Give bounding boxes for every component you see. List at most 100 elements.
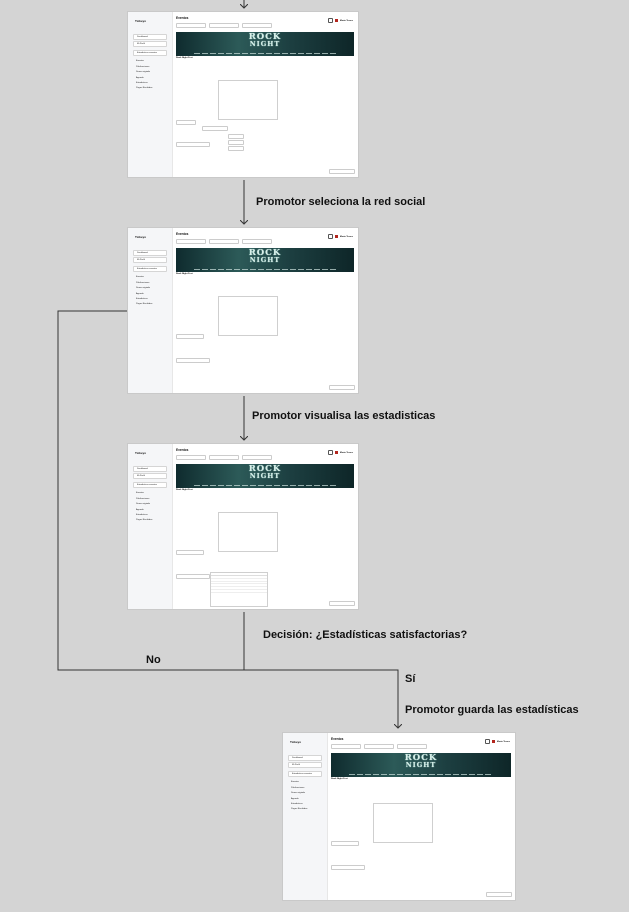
sidebar-item-dashboard[interactable]: Dashboard [133,250,167,256]
tree-node-leaf-3[interactable] [228,146,244,151]
event-name: Rock Night Fest [176,273,193,275]
tab-2[interactable] [209,455,239,460]
sidebar-item-money[interactable]: Dinero vigiado [133,502,167,506]
tab-3[interactable] [242,455,272,460]
sidebar-item-money[interactable]: Dinero vigiado [133,286,167,290]
sidebar-item-money[interactable]: Dinero vigiado [133,70,167,74]
main-content: Eventos Mario Torres ROCK NIGHT Rock Nig… [174,12,358,177]
sidebar-item-statistics[interactable]: Estadisticas [133,297,167,301]
sidebar-item-events[interactable]: Eventos [133,59,167,63]
selected-network-chip[interactable] [176,550,204,555]
footer-button[interactable] [329,385,355,390]
sidebar-item-event-stats[interactable]: Estadisticas eventos [133,50,167,57]
sidebar-item-payments[interactable]: Pagos Recibidos [288,807,322,811]
view-stats-button[interactable] [176,358,210,363]
tab-1[interactable] [176,23,206,28]
tree-node-leaf-1[interactable] [228,134,244,139]
sidebar-item-publications[interactable]: Publicaciones [133,281,167,285]
avatar[interactable] [491,739,496,744]
sidebar-item-publications[interactable]: Publicaciones [133,497,167,501]
step-label-select-network: Promotor seleciona la red social [256,196,426,208]
sidebar-item-money[interactable]: Dinero vigiado [288,791,322,795]
tab-3[interactable] [397,744,427,749]
sidebar-item-events[interactable]: Eventos [133,275,167,279]
footer-button[interactable] [329,601,355,606]
sidebar-item-agenda[interactable]: Agenda [133,76,167,80]
sidebar-item-payments[interactable]: Pagos Recibidos [133,518,167,522]
tab-3[interactable] [242,23,272,28]
sidebar-item-profile[interactable]: Mi Perfil [133,473,167,480]
tab-2[interactable] [209,23,239,28]
event-name: Rock Night Fest [176,57,193,59]
sidebar-item-agenda[interactable]: Agenda [133,508,167,512]
view-stats-button[interactable] [176,574,210,579]
bell-icon[interactable] [328,450,334,455]
sidebar-item-dashboard[interactable]: Dashboard [133,466,167,472]
sidebar-item-agenda[interactable]: Agenda [288,797,322,801]
user-menu[interactable]: Mario Torres [328,234,353,239]
sidebar-item-agenda[interactable]: Agenda [133,292,167,296]
save-stats-button[interactable] [331,865,365,870]
page-title: Eventos [176,448,189,452]
tree-node-root[interactable] [176,120,196,125]
tree-node-leaf-2[interactable] [228,140,244,145]
sidebar-item-publications[interactable]: Publicaciones [133,65,167,69]
banner-title: ROCK NIGHT [176,465,354,480]
user-name: Mario Torres [496,740,510,743]
sidebar-item-profile[interactable]: Mi Perfil [288,762,322,769]
bell-icon[interactable] [328,234,334,239]
tab-3[interactable] [242,239,272,244]
bell-icon[interactable] [485,739,491,744]
sidebar-item-profile[interactable]: Mi Perfil [133,41,167,48]
sidebar-item-event-stats[interactable]: Estadisticas eventos [288,771,322,778]
tab-1[interactable] [331,744,361,749]
user-menu[interactable]: Mario Torres [328,18,353,23]
sidebar-item-event-stats[interactable]: Estadisticas eventos [133,482,167,489]
sidebar-item-payments[interactable]: Pagos Recibidos [133,302,167,306]
sidebar-item-events[interactable]: Eventos [288,780,322,784]
tab-1[interactable] [176,239,206,244]
branch-label-no: No [146,654,161,666]
sidebar-item-publications[interactable]: Publicaciones [288,786,322,790]
avatar[interactable] [334,234,339,239]
sidebar: Tickeyo Dashboard Mi Perfil Estadisticas… [128,12,173,177]
tab-2[interactable] [209,239,239,244]
banner-title: ROCK NIGHT [176,33,354,48]
sidebar-item-profile[interactable]: Mi Perfil [133,257,167,264]
screen-2: Tickeyo Dashboard Mi Perfil Estadisticas… [128,228,358,393]
page-title: Eventos [331,737,344,741]
selected-network-chip[interactable] [176,334,204,339]
footer-button[interactable] [486,892,512,897]
screen-3: Tickeyo Dashboard Mi Perfil Estadisticas… [128,444,358,609]
event-banner: ROCK NIGHT [176,32,354,56]
sidebar-item-statistics[interactable]: Estadisticas [133,81,167,85]
footer-button[interactable] [329,169,355,174]
user-menu[interactable]: Mario Torres [328,450,353,455]
avatar[interactable] [334,18,339,23]
selected-network-chip[interactable] [331,841,359,846]
user-menu[interactable]: Mario Torres [485,739,510,744]
sidebar-nav: Dashboard Mi Perfil Estadisticas eventos… [133,250,167,308]
tab-1[interactable] [176,455,206,460]
sidebar-item-statistics[interactable]: Estadisticas [288,802,322,806]
tabs [176,455,275,460]
event-name: Rock Night Fest [176,489,193,491]
sidebar-item-events[interactable]: Eventos [133,491,167,495]
sidebar-item-payments[interactable]: Pagos Recibidos [133,86,167,90]
banner-strip [193,269,337,270]
social-network-selector[interactable] [176,142,210,147]
sidebar-item-event-stats[interactable]: Estadisticas eventos [133,266,167,273]
stats-panel [218,80,278,120]
avatar[interactable] [334,450,339,455]
stats-panel [218,512,278,552]
sidebar-item-dashboard[interactable]: Dashboard [288,755,322,761]
tree-node-mid[interactable] [202,126,228,131]
main-content: Eventos Mario Torres ROCK NIGHT Rock Nig… [174,444,358,609]
sidebar: Tickeyo Dashboard Mi Perfil Estadisticas… [128,228,173,393]
tab-2[interactable] [364,744,394,749]
sidebar-item-statistics[interactable]: Estadisticas [133,513,167,517]
screen-4: Tickeyo Dashboard Mi Perfil Estadisticas… [283,733,515,900]
sidebar-nav: Dashboard Mi Perfil Estadisticas eventos… [133,466,167,524]
bell-icon[interactable] [328,18,334,23]
sidebar-item-dashboard[interactable]: Dashboard [133,34,167,40]
